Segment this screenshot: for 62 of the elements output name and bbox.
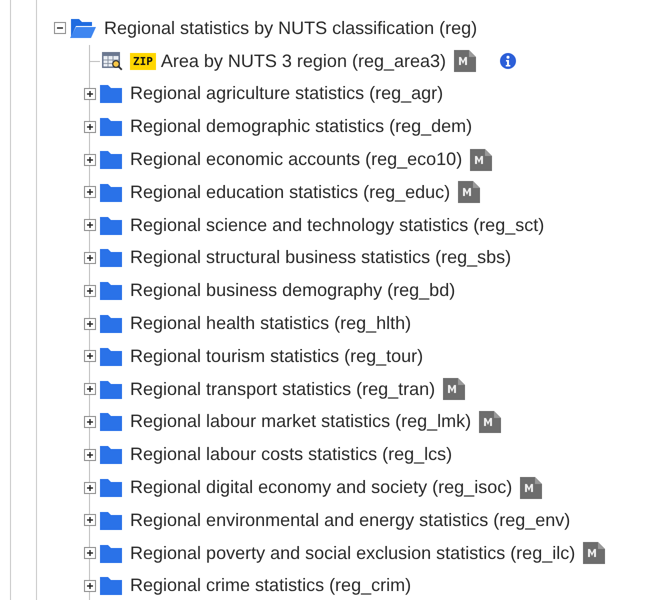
folder-icon [99, 510, 123, 531]
folder-icon [99, 477, 123, 498]
folder-icon [99, 378, 123, 400]
folder-label[interactable]: Regional economic accounts (reg_eco10) [130, 149, 462, 170]
folder-label[interactable]: Regional labour costs statistics (reg_lcs) [130, 444, 452, 466]
folder-label[interactable]: Regional digital economy and society (reg_isoc) [130, 477, 512, 498]
table-search-icon [102, 51, 124, 72]
folder-label[interactable]: Regional statistics by NUTS classification (reg) [104, 18, 478, 39]
expand-toggle[interactable] [84, 514, 96, 526]
zip-badge: ZIP [130, 52, 156, 70]
expand-toggle[interactable] [84, 580, 96, 592]
collapse-toggle[interactable] [54, 22, 66, 34]
expand-toggle[interactable] [84, 154, 96, 166]
folder-label[interactable]: Regional business demography (reg_bd) [130, 280, 456, 302]
expand-toggle[interactable] [84, 186, 96, 198]
folder-label[interactable]: Regional transport statistics (reg_tran) [130, 378, 436, 400]
folder-label[interactable]: Regional agriculture statistics (reg_agr) [130, 83, 444, 104]
metadata-icon[interactable] [479, 410, 502, 433]
folder-icon [99, 346, 123, 367]
folder-icon [99, 542, 123, 564]
metadata-icon[interactable] [520, 476, 542, 499]
metadata-icon[interactable] [443, 378, 466, 400]
metadata-icon[interactable] [583, 542, 606, 564]
folder-label[interactable]: Regional science and technology statistics (reg_sct) [130, 214, 544, 236]
folder-label[interactable]: Regional tourism statistics (reg_tour) [130, 346, 424, 367]
folder-icon [99, 214, 123, 236]
folder-icon [99, 247, 123, 268]
expand-toggle[interactable] [84, 482, 96, 494]
expand-toggle[interactable] [84, 219, 96, 232]
folder-icon [99, 280, 123, 302]
folder-label[interactable]: Regional poverty and social exclusion statistics (reg_ilc) [130, 542, 576, 564]
folder-icon [99, 575, 123, 596]
folder-label[interactable]: Regional crime statistics (reg_crim) [130, 575, 412, 596]
folder-label[interactable]: Regional health statistics (reg_hlth) [130, 313, 412, 334]
folder-label[interactable]: Regional labour market statistics (reg_lmk) [130, 411, 472, 432]
folder-label[interactable]: Regional environmental and energy statistics (reg_env) [130, 510, 570, 531]
folder-label[interactable]: Regional structural business statistics (reg_sbs) [130, 247, 512, 268]
expand-toggle[interactable] [84, 284, 96, 297]
info-icon[interactable] [500, 53, 516, 70]
expand-toggle[interactable] [84, 350, 96, 362]
folder-icon [99, 444, 123, 466]
folder-icon [99, 149, 123, 170]
metadata-icon[interactable] [454, 50, 476, 72]
metadata-icon[interactable] [470, 148, 492, 171]
metadata-icon[interactable] [458, 181, 480, 204]
expand-toggle[interactable] [84, 88, 96, 100]
folder-label[interactable]: Regional demographic statistics (reg_dem) [130, 116, 472, 138]
folder-icon [99, 411, 123, 432]
expand-toggle[interactable] [84, 383, 96, 396]
expand-toggle[interactable] [84, 448, 96, 461]
expand-toggle[interactable] [84, 318, 96, 330]
expand-toggle[interactable] [84, 547, 96, 560]
expand-toggle[interactable] [84, 252, 96, 264]
open-folder-icon [69, 17, 97, 40]
folder-icon [99, 116, 123, 138]
folder-icon [99, 83, 123, 104]
folder-icon [99, 313, 123, 334]
expand-toggle[interactable] [84, 416, 96, 428]
folder-icon [99, 182, 123, 203]
dataset-label[interactable]: Area by NUTS 3 region (reg_area3) [160, 50, 446, 72]
expand-toggle[interactable] [84, 120, 96, 133]
folder-label[interactable]: Regional education statistics (reg_educ) [130, 182, 450, 203]
